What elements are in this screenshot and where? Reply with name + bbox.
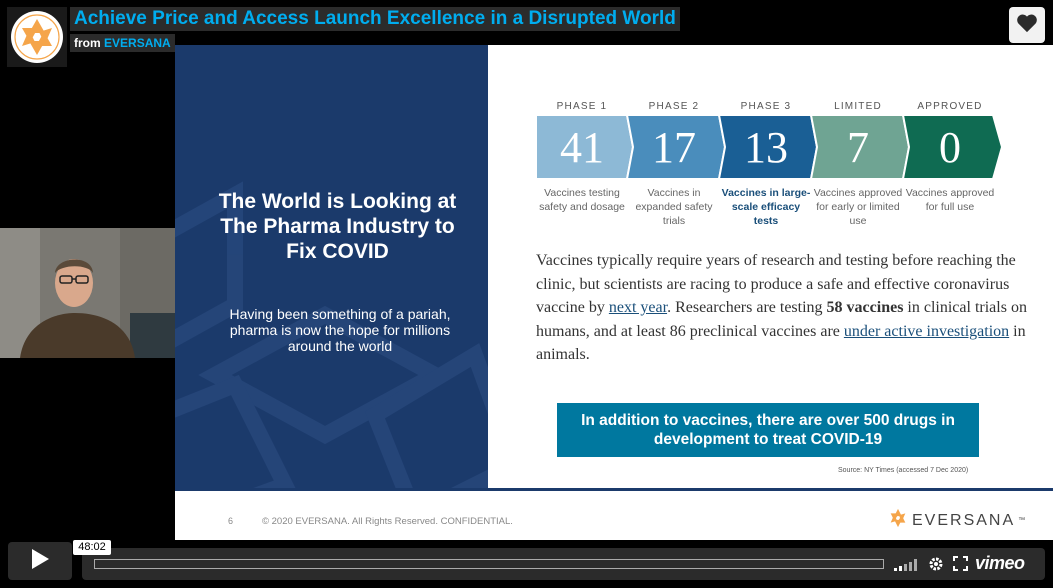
- byline: from EVERSANA: [70, 34, 175, 52]
- slide-right-panel: PHASE 1 PHASE 2 PHASE 3 LIMITED APPROVED…: [488, 45, 1053, 488]
- paragraph-bold: 58 vaccines: [826, 299, 904, 316]
- eversana-logo-icon: [11, 11, 63, 63]
- play-icon: [30, 548, 50, 575]
- body-paragraph: Vaccines typically require years of rese…: [536, 249, 1036, 367]
- time-indicator: 48:02: [73, 540, 111, 555]
- approved-label: APPROVED: [917, 101, 983, 112]
- slide-left-panel: The World is Looking at The Pharma Indus…: [175, 45, 488, 488]
- author-link[interactable]: EVERSANA: [104, 36, 171, 50]
- fullscreen-icon[interactable]: [953, 556, 968, 576]
- copyright-text: © 2020 EVERSANA. All Rights Reserved. CO…: [262, 516, 513, 527]
- phase-2-label: PHASE 2: [648, 101, 700, 112]
- trademark-mark: ™: [1018, 517, 1026, 524]
- phase-2-count: 17: [652, 123, 696, 172]
- from-label: from: [74, 36, 101, 50]
- approved-desc: Vaccines approved for full use: [905, 187, 995, 213]
- play-button[interactable]: [8, 542, 72, 580]
- progress-bar[interactable]: [94, 559, 884, 569]
- callout-box: In addition to vaccines, there are over …: [557, 403, 979, 457]
- volume-bars-icon[interactable]: [894, 558, 918, 576]
- channel-logo[interactable]: [7, 7, 67, 67]
- heart-icon: [1016, 13, 1038, 38]
- under-investigation-link[interactable]: under active investigation: [844, 323, 1009, 340]
- slide-page-number: 6: [228, 516, 234, 526]
- vimeo-logo[interactable]: vimeo: [975, 553, 1025, 574]
- settings-gear-icon[interactable]: [928, 556, 944, 577]
- phase-3-count: 13: [744, 123, 788, 172]
- video-player: Achieve Price and Access Launch Excellen…: [0, 0, 1053, 588]
- limited-label: LIMITED: [834, 101, 882, 112]
- phase-3-label: PHASE 3: [740, 101, 792, 112]
- presenter-video-image: [0, 228, 175, 358]
- footer-logo-text: EVERSANA: [912, 511, 1016, 529]
- phase-1-label: PHASE 1: [556, 101, 608, 112]
- paragraph-text: . Researchers are testing: [667, 299, 827, 316]
- approved-count: 0: [939, 123, 961, 172]
- presenter-webcam: [0, 228, 175, 358]
- source-note: Source: NY Times (accessed 7 Dec 2020): [838, 467, 969, 474]
- phase-2-desc: Vaccines in expanded safety trials: [635, 187, 713, 227]
- phase-3-desc: Vaccines in large-scale efficacy tests: [721, 187, 811, 227]
- video-title[interactable]: Achieve Price and Access Launch Excellen…: [70, 7, 680, 31]
- limited-desc: Vaccines approved for early or limited u…: [813, 187, 903, 227]
- control-bar: vimeo: [82, 548, 1045, 580]
- phase-1-desc: Vaccines testing safety and dosage: [539, 187, 625, 213]
- background-pattern: [175, 181, 488, 488]
- limited-count: 7: [847, 123, 869, 172]
- slide-heading: The World is Looking at The Pharma Indus…: [218, 190, 457, 263]
- eversana-mark-icon: [887, 507, 909, 534]
- next-year-link[interactable]: next year: [609, 299, 667, 316]
- footer-logo: EVERSANA ™: [887, 507, 1025, 534]
- slide-subheading: Having been something of a pariah, pharm…: [229, 306, 451, 354]
- phase-1-count: 41: [560, 123, 604, 172]
- slide-footer: 6 © 2020 EVERSANA. All Rights Reserved. …: [175, 488, 1053, 540]
- presentation-slide: The World is Looking at The Pharma Indus…: [175, 45, 1053, 540]
- like-button[interactable]: [1009, 7, 1045, 43]
